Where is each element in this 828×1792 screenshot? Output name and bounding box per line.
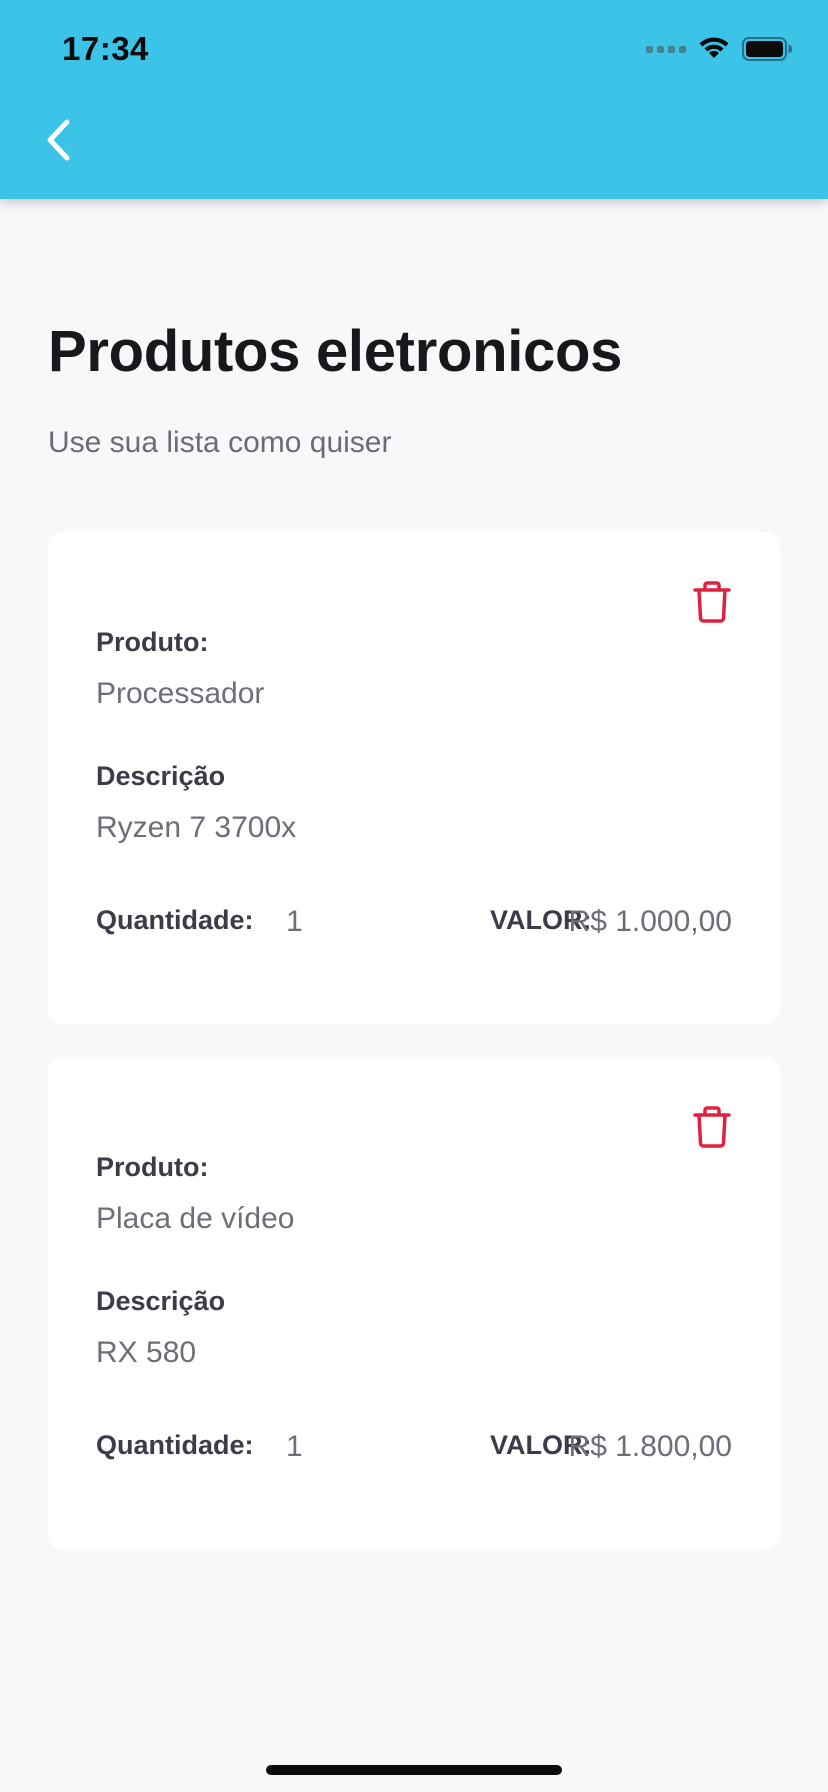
delete-button[interactable] bbox=[692, 1105, 732, 1149]
product-card: Produto: Processador Descrição Ryzen 7 3… bbox=[48, 532, 780, 1024]
battery-icon bbox=[742, 37, 792, 61]
home-indicator[interactable] bbox=[266, 1765, 562, 1775]
quantity-value: 1 bbox=[286, 905, 303, 938]
delete-button[interactable] bbox=[692, 580, 732, 624]
description-value: RX 580 bbox=[96, 1336, 197, 1369]
page-subtitle: Use sua lista como quiser bbox=[48, 426, 392, 459]
wifi-icon bbox=[699, 37, 729, 58]
product-value: Placa de vídeo bbox=[96, 1202, 295, 1235]
description-label: Descrição bbox=[96, 1286, 226, 1316]
back-button[interactable] bbox=[34, 112, 82, 168]
product-value: Processador bbox=[96, 677, 265, 710]
chevron-left-icon bbox=[47, 119, 70, 161]
description-label: Descrição bbox=[96, 761, 226, 791]
trash-icon bbox=[693, 1106, 731, 1148]
product-card: Produto: Placa de vídeo Descrição RX 580… bbox=[48, 1057, 780, 1549]
quantity-label: Quantidade: bbox=[96, 1430, 254, 1460]
quantity-value: 1 bbox=[286, 1430, 303, 1463]
card-footer-row: Quantidade: 1 VALOR: R$ 1.000,00 bbox=[96, 902, 732, 942]
page-title: Produtos eletronicos bbox=[48, 319, 623, 384]
quantity-label: Quantidade: bbox=[96, 905, 254, 935]
app-header: 17:34 bbox=[0, 0, 828, 199]
card-footer-row: Quantidade: 1 VALOR: R$ 1.800,00 bbox=[96, 1427, 732, 1467]
product-label: Produto: bbox=[96, 1152, 209, 1182]
price-value: R$ 1.800,00 bbox=[568, 1430, 732, 1463]
price-value: R$ 1.000,00 bbox=[568, 905, 732, 938]
description-value: Ryzen 7 3700x bbox=[96, 811, 297, 844]
status-icons bbox=[646, 34, 792, 64]
cellular-signal-icon bbox=[646, 45, 686, 53]
status-time: 17:34 bbox=[62, 30, 149, 67]
product-label: Produto: bbox=[96, 627, 209, 657]
trash-icon bbox=[693, 581, 731, 623]
